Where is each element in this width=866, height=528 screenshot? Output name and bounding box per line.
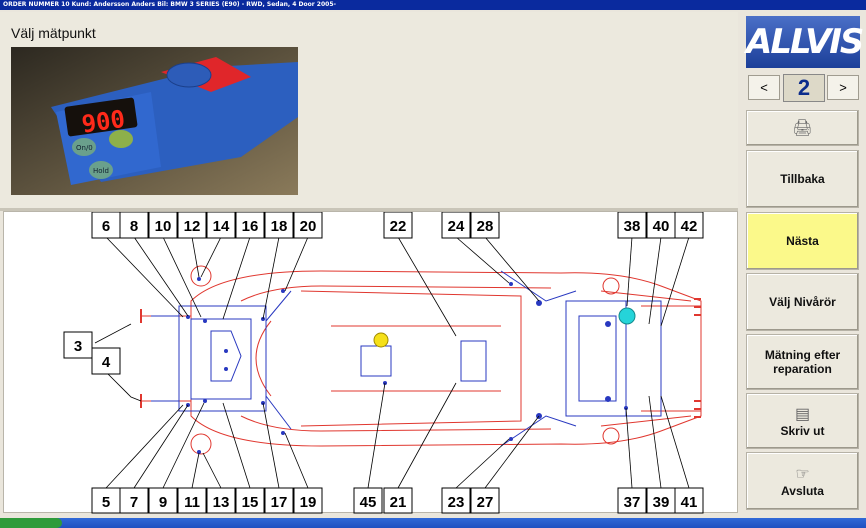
next-page-button[interactable]: > (827, 75, 859, 100)
taskbar (0, 518, 866, 528)
back-label: Tillbaka (780, 172, 825, 186)
point-label[interactable]: 5 (91, 487, 121, 514)
point-label[interactable]: 24 (441, 212, 471, 239)
svg-text:14: 14 (213, 218, 230, 235)
bottom-point-labels: 5 7 9 11 13 15 17 19 45 21 23 27 37 39 4… (91, 487, 704, 514)
svg-text:10: 10 (155, 218, 172, 235)
device-button-hold: Hold (93, 167, 109, 175)
svg-text:6: 6 (102, 218, 110, 235)
svg-text:16: 16 (242, 218, 259, 235)
measure-after-repair-button[interactable]: Mätning efter reparation (746, 334, 859, 390)
svg-text:13: 13 (213, 494, 230, 511)
selected-point-yellow[interactable] (373, 332, 389, 348)
window-title-bar: ORDER NUMMER 10 Kund: Andersson Anders B… (0, 0, 866, 10)
svg-text:3: 3 (74, 338, 82, 355)
svg-text:41: 41 (681, 494, 698, 511)
svg-text:12: 12 (184, 218, 201, 235)
svg-text:9: 9 (159, 494, 167, 511)
svg-text:15: 15 (242, 494, 259, 511)
svg-text:22: 22 (390, 218, 407, 235)
svg-text:37: 37 (624, 494, 641, 511)
point-label[interactable]: 41 (674, 487, 704, 514)
point-label[interactable]: 22 (383, 212, 413, 239)
prev-page-button[interactable]: < (748, 75, 780, 100)
point-label[interactable]: 7 (119, 487, 149, 514)
chassis-diagram: 6 8 10 12 14 16 18 20 22 24 28 38 40 42 … (3, 211, 738, 514)
point-label[interactable]: 12 (177, 212, 207, 239)
point-label[interactable]: 40 (646, 212, 676, 239)
chassis-schematic: 6 8 10 12 14 16 18 20 22 24 28 38 40 42 … (63, 212, 704, 514)
page-number: 2 (783, 74, 825, 102)
left-point-labels: 3 4 (63, 331, 121, 375)
point-label[interactable]: 9 (148, 487, 178, 514)
point-label[interactable]: 39 (646, 487, 676, 514)
svg-text:45: 45 (360, 494, 377, 511)
point-label[interactable]: 6 (91, 212, 121, 239)
select-levels-button[interactable]: Välj Nivårör (746, 273, 859, 331)
point-label[interactable]: 13 (206, 487, 236, 514)
svg-text:17: 17 (271, 494, 288, 511)
svg-text:42: 42 (681, 218, 698, 235)
point-label[interactable]: 15 (235, 487, 265, 514)
print-button[interactable]: ▤ Skriv ut (746, 393, 859, 449)
svg-text:18: 18 (271, 218, 288, 235)
svg-text:7: 7 (130, 494, 138, 511)
point-label[interactable]: 28 (470, 212, 500, 239)
exit-label: Avsluta (781, 484, 824, 498)
point-label[interactable]: 14 (206, 212, 236, 239)
svg-text:4: 4 (102, 354, 111, 371)
svg-text:38: 38 (624, 218, 641, 235)
point-label[interactable]: 4 (91, 347, 121, 375)
measuring-device-photo: 900 On/0 Hold (11, 47, 298, 195)
levels-label: Välj Nivårör (769, 295, 836, 309)
device-button-on: On/0 (76, 144, 93, 152)
printer-icon: 🖨 (792, 120, 813, 137)
svg-text:11: 11 (184, 494, 200, 511)
point-label[interactable]: 16 (235, 212, 265, 239)
point-label[interactable]: 11 (177, 487, 207, 514)
point-label[interactable]: 37 (617, 487, 647, 514)
point-label[interactable]: 38 (617, 212, 647, 239)
point-label[interactable]: 42 (674, 212, 704, 239)
print-label: Skriv ut (780, 424, 825, 438)
point-label[interactable]: 3 (63, 331, 93, 359)
point-label[interactable]: 19 (293, 487, 323, 514)
svg-text:5: 5 (102, 494, 110, 511)
svg-text:20: 20 (300, 218, 317, 235)
point-label[interactable]: 23 (441, 487, 471, 514)
svg-text:39: 39 (653, 494, 670, 511)
point-label[interactable]: 17 (264, 487, 294, 514)
svg-text:28: 28 (477, 218, 494, 235)
start-button[interactable] (0, 518, 62, 528)
svg-text:19: 19 (300, 494, 317, 511)
measure-label: Mätning efter reparation (764, 348, 841, 376)
point-label[interactable]: 27 (470, 487, 500, 514)
point-label[interactable]: 21 (383, 487, 413, 514)
back-button[interactable]: Tillbaka (746, 150, 859, 208)
svg-text:21: 21 (390, 494, 407, 511)
exit-button[interactable]: ☞ Avsluta (746, 452, 859, 510)
next-button[interactable]: Nästa (746, 212, 859, 270)
print-preview-button[interactable]: 🖨 (746, 110, 859, 146)
allvis-logo: ALLVIS (746, 16, 864, 68)
page-title: Välj mätpunkt (11, 25, 96, 41)
svg-text:40: 40 (653, 218, 670, 235)
point-label[interactable]: 8 (119, 212, 149, 239)
svg-text:23: 23 (448, 494, 465, 511)
point-label[interactable]: 45 (353, 487, 383, 514)
pointing-hand-icon: ☞ (795, 466, 810, 483)
svg-text:27: 27 (477, 494, 494, 511)
svg-text:24: 24 (448, 218, 465, 235)
next-label: Nästa (786, 234, 819, 248)
svg-text:8: 8 (130, 218, 138, 235)
document-icon: ▤ (794, 406, 811, 423)
top-point-labels: 6 8 10 12 14 16 18 20 22 24 28 38 40 42 (91, 212, 704, 239)
point-label[interactable]: 20 (293, 212, 323, 239)
point-label[interactable]: 10 (148, 212, 178, 239)
selected-point-cyan[interactable] (618, 307, 636, 325)
point-label[interactable]: 18 (264, 212, 294, 239)
